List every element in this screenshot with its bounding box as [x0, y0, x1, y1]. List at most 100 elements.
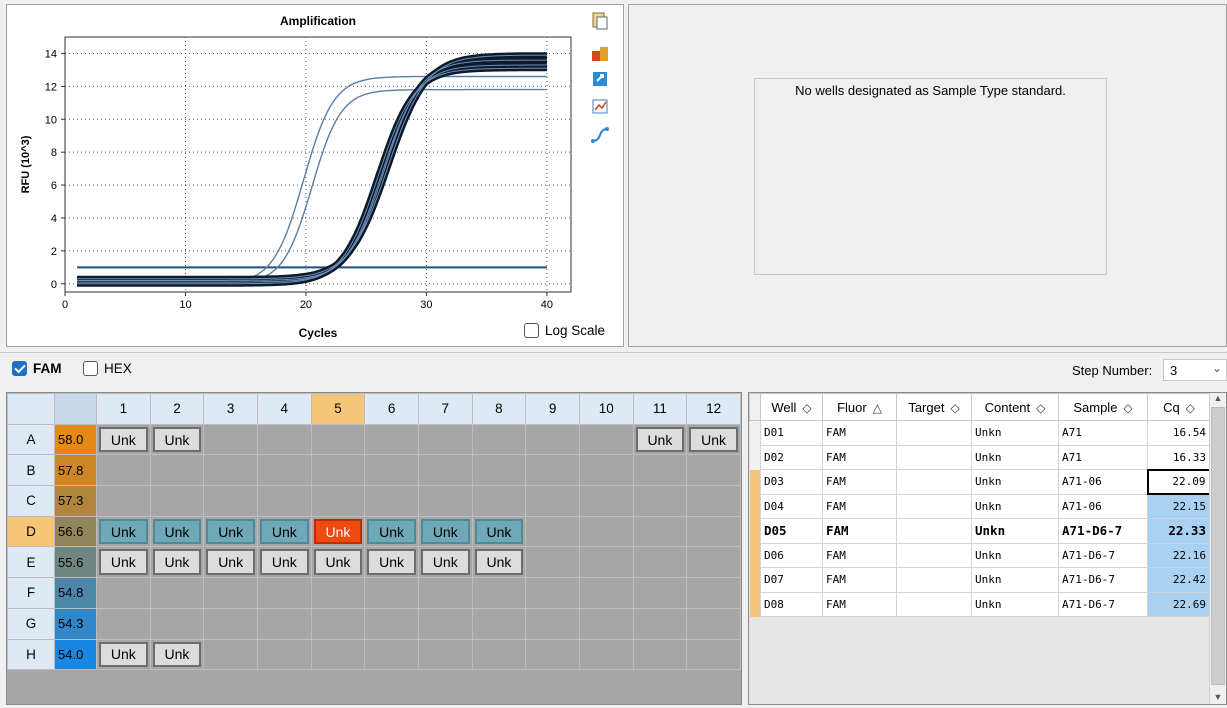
- cell-well[interactable]: D06: [760, 542, 823, 568]
- fluor-fam-checkbox[interactable]: [12, 361, 27, 376]
- plate-well[interactable]: Unk: [96, 546, 151, 579]
- plate-column-header[interactable]: 8: [471, 393, 527, 425]
- scrollbar-thumb[interactable]: [1211, 407, 1225, 685]
- plate-well[interactable]: [203, 454, 258, 487]
- plate-well[interactable]: Unk: [310, 515, 366, 548]
- plate-well-label[interactable]: Unk: [367, 518, 416, 545]
- cell-sample[interactable]: A71-D6-7: [1058, 542, 1148, 568]
- cell-target[interactable]: [896, 542, 972, 568]
- plate-well-label[interactable]: Unk: [152, 549, 202, 576]
- plate-well[interactable]: [310, 577, 366, 609]
- plate-well[interactable]: Unk: [96, 423, 151, 456]
- plate-well[interactable]: [578, 485, 634, 517]
- plate-row-header[interactable]: F: [7, 577, 55, 609]
- plate-well[interactable]: Unk: [686, 423, 741, 456]
- plate-well[interactable]: [364, 454, 419, 487]
- cell-well[interactable]: D03: [760, 469, 823, 495]
- plate-row-header[interactable]: G: [7, 607, 55, 640]
- plate-well[interactable]: [632, 638, 688, 671]
- plate-well[interactable]: Unk: [364, 546, 419, 579]
- sort-icon[interactable]: △: [873, 401, 882, 415]
- plate-well[interactable]: [96, 485, 151, 517]
- plate-well[interactable]: Unk: [364, 515, 419, 548]
- plate-well[interactable]: [632, 454, 688, 487]
- plate-column-header[interactable]: 2: [149, 393, 205, 425]
- plate-well-label[interactable]: Unk: [635, 426, 685, 453]
- log-scale-toggle[interactable]: Log Scale: [524, 323, 605, 338]
- plate-well-label[interactable]: Unk: [206, 549, 255, 576]
- plate-well-label[interactable]: Unk: [99, 518, 148, 545]
- plate-well[interactable]: Unk: [96, 638, 151, 671]
- cell-target[interactable]: [896, 444, 972, 470]
- plate-well[interactable]: Unk: [310, 546, 366, 579]
- plate-well-label[interactable]: Unk: [259, 518, 309, 545]
- plate-well[interactable]: [203, 638, 258, 671]
- plate-well[interactable]: [686, 485, 741, 517]
- table-row[interactable]: D06 FAM Unkn A71-D6-7 22.16: [749, 542, 1211, 568]
- plate-well[interactable]: Unk: [149, 638, 205, 671]
- cell-cq[interactable]: 16.54: [1147, 420, 1211, 446]
- sort-icon[interactable]: ◇: [1123, 401, 1132, 415]
- plate-well[interactable]: [256, 485, 312, 517]
- plate-well[interactable]: [417, 577, 473, 609]
- cell-well[interactable]: D05: [760, 518, 823, 544]
- cell-content[interactable]: Unkn: [971, 518, 1059, 544]
- cell-cq[interactable]: 22.16: [1147, 542, 1211, 568]
- cell-sample[interactable]: A71-06: [1058, 469, 1148, 495]
- cell-sample[interactable]: A71-D6-7: [1058, 518, 1148, 544]
- cell-fluor[interactable]: FAM: [822, 420, 897, 446]
- plate-well[interactable]: [256, 577, 312, 609]
- plate-well[interactable]: [525, 515, 580, 548]
- cell-content[interactable]: Unkn: [971, 444, 1059, 470]
- plate-column-header[interactable]: 6: [364, 393, 419, 425]
- plate-well[interactable]: [203, 485, 258, 517]
- cell-cq[interactable]: 22.33: [1147, 518, 1211, 544]
- plate-well[interactable]: [525, 577, 580, 609]
- plate-well[interactable]: [149, 607, 205, 640]
- plate-column-header[interactable]: 1: [96, 393, 151, 425]
- plate-well[interactable]: [686, 607, 741, 640]
- cell-content[interactable]: Unkn: [971, 469, 1059, 495]
- fluor-fam-toggle[interactable]: FAM: [12, 361, 62, 376]
- plate-well[interactable]: [578, 515, 634, 548]
- plate-well[interactable]: Unk: [471, 515, 527, 548]
- plate-icon[interactable]: [590, 43, 610, 63]
- plate-well[interactable]: [578, 546, 634, 579]
- cell-target[interactable]: [896, 591, 972, 617]
- table-row[interactable]: D04 FAM Unkn A71-06 22.15: [749, 493, 1211, 519]
- plate-well[interactable]: [310, 485, 366, 517]
- cell-fluor[interactable]: FAM: [822, 542, 897, 568]
- plate-well[interactable]: [471, 577, 527, 609]
- column-header[interactable]: Target ◇: [896, 393, 972, 421]
- plate-well[interactable]: [578, 423, 634, 456]
- cell-fluor[interactable]: FAM: [822, 518, 897, 544]
- cell-fluor[interactable]: FAM: [822, 591, 897, 617]
- plate-well[interactable]: [417, 423, 473, 456]
- plate-well-label[interactable]: Unk: [420, 518, 470, 545]
- cell-target[interactable]: [896, 567, 972, 593]
- plate-well[interactable]: Unk: [256, 515, 312, 548]
- export-icon[interactable]: [590, 69, 610, 89]
- plate-well[interactable]: [632, 607, 688, 640]
- plate-well[interactable]: Unk: [632, 423, 688, 456]
- sort-icon[interactable]: ◇: [802, 401, 811, 415]
- plate-well-label[interactable]: Unk: [474, 549, 524, 576]
- plate-well[interactable]: [256, 638, 312, 671]
- cell-well[interactable]: D04: [760, 493, 823, 519]
- plate-well[interactable]: Unk: [417, 515, 473, 548]
- plate-row-header[interactable]: B: [7, 454, 55, 487]
- plate-well[interactable]: [310, 607, 366, 640]
- plate-well[interactable]: [525, 546, 580, 579]
- table-row[interactable]: D07 FAM Unkn A71-D6-7 22.42: [749, 567, 1211, 593]
- cell-target[interactable]: [896, 420, 972, 446]
- cell-cq[interactable]: 16.33: [1147, 444, 1211, 470]
- plate-well-label[interactable]: Unk: [420, 549, 470, 576]
- plate-well[interactable]: [525, 607, 580, 640]
- plate-well[interactable]: Unk: [96, 515, 151, 548]
- sort-icon[interactable]: ◇: [1036, 401, 1045, 415]
- plate-well[interactable]: [310, 454, 366, 487]
- cell-sample[interactable]: A71: [1058, 444, 1148, 470]
- cell-sample[interactable]: A71-06: [1058, 493, 1148, 519]
- chart-settings-icon[interactable]: [590, 97, 610, 117]
- plate-column-header[interactable]: 7: [417, 393, 473, 425]
